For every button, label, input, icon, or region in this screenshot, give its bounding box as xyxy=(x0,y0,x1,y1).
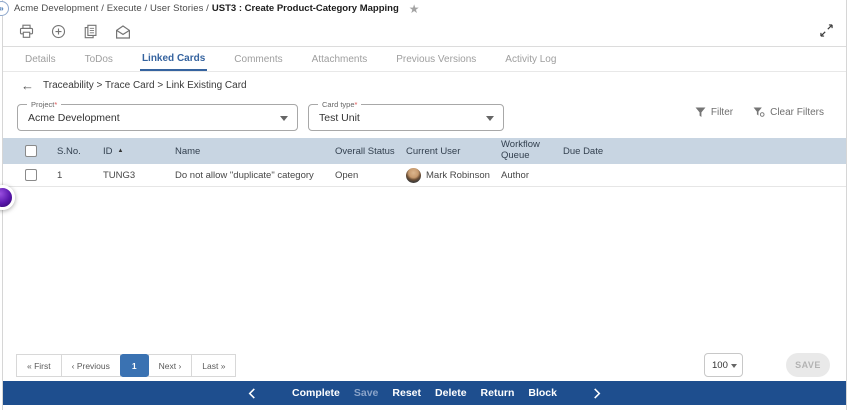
action-save[interactable]: Save xyxy=(354,387,379,399)
previous-page-button[interactable]: ‹ Previous xyxy=(60,354,121,377)
star-icon[interactable]: ★ xyxy=(409,3,420,15)
cell-workflow-queue: Author xyxy=(501,169,529,181)
card-type-select-value: Test Unit xyxy=(319,111,360,124)
toolbar xyxy=(3,17,846,47)
last-page-button[interactable]: Last » xyxy=(191,354,237,377)
workflow-action-bar: Complete Save Reset Delete Return Block xyxy=(3,381,846,405)
column-header-workflow-queue[interactable]: Workflow Queue xyxy=(501,139,563,162)
chevron-left-icon[interactable] xyxy=(248,387,256,399)
action-complete[interactable]: Complete xyxy=(292,387,340,399)
tab-previous-versions[interactable]: Previous Versions xyxy=(394,47,478,71)
required-asterisk: * xyxy=(354,100,358,109)
assistant-sphere-button[interactable] xyxy=(0,185,15,210)
double-chevron-right-icon[interactable]: » xyxy=(0,1,9,16)
action-return[interactable]: Return xyxy=(481,387,515,399)
select-all-checkbox[interactable] xyxy=(25,145,37,157)
card-type-select-label: Card type* xyxy=(318,100,362,109)
tab-linked-cards[interactable]: Linked Cards xyxy=(139,47,208,71)
column-header-overall-status[interactable]: Overall Status xyxy=(335,146,406,157)
pager: « First ‹ Previous 1 Next › Last » xyxy=(16,354,237,377)
current-page-button[interactable]: 1 xyxy=(119,354,149,377)
linked-cards-table: S.No. ID ▲ Name Overall Status Current U… xyxy=(3,138,846,187)
project-select-label: Project* xyxy=(27,100,62,109)
column-header-current-user[interactable]: Current User xyxy=(406,146,501,157)
clear-filters-button[interactable]: Clear Filters xyxy=(753,107,824,118)
page-size-value: 100 xyxy=(712,359,728,371)
action-reset[interactable]: Reset xyxy=(392,387,421,399)
column-header-id[interactable]: ID ▲ xyxy=(103,146,175,157)
filter-actions: Filter Clear Filters xyxy=(695,107,824,118)
tab-attachments[interactable]: Attachments xyxy=(310,47,370,71)
subnav-trail[interactable]: Traceability > Trace Card > Link Existin… xyxy=(43,80,247,91)
page-size-select[interactable]: 100 xyxy=(704,353,743,377)
first-page-button[interactable]: « First xyxy=(16,354,62,377)
cell-sno: 1 xyxy=(57,169,63,181)
avatar xyxy=(406,167,421,183)
cell-id: TUNG3 xyxy=(103,169,136,181)
email-icon[interactable] xyxy=(115,24,131,39)
card-detail-panel: » Acme Development / Execute / User Stor… xyxy=(0,0,847,410)
breadcrumb-current: UST3 : Create Product-Category Mapping xyxy=(211,3,399,14)
printer-icon[interactable] xyxy=(19,24,34,39)
cell-name: Do not allow "duplicate" category xyxy=(175,169,314,181)
column-header-due-date[interactable]: Due Date xyxy=(563,146,846,157)
breadcrumb: » Acme Development / Execute / User Stor… xyxy=(0,0,846,17)
caret-down-icon xyxy=(280,116,288,121)
funnel-clear-icon xyxy=(753,107,765,117)
card-type-select[interactable]: Card type* Test Unit xyxy=(308,100,504,131)
row-checkbox[interactable] xyxy=(25,169,37,181)
tab-comments[interactable]: Comments xyxy=(232,47,284,71)
filter-button[interactable]: Filter xyxy=(695,107,733,118)
caret-down-icon xyxy=(731,364,737,368)
page: » Acme Development / Execute / User Stor… xyxy=(0,0,850,410)
table-header: S.No. ID ▲ Name Overall Status Current U… xyxy=(3,138,846,164)
copy-icon[interactable] xyxy=(83,24,98,39)
save-button[interactable]: SAVE xyxy=(786,353,830,377)
cell-overall-status: Open xyxy=(335,169,359,181)
tab-bar: Details ToDos Linked Cards Comments Atta… xyxy=(3,47,846,72)
cell-current-user: Mark Robinson xyxy=(406,167,501,183)
project-select-value: Acme Development xyxy=(28,111,120,124)
column-header-name[interactable]: Name xyxy=(175,146,335,157)
pagination-row: « First ‹ Previous 1 Next › Last » 100 S… xyxy=(3,352,846,378)
add-circle-icon[interactable] xyxy=(51,24,66,39)
subnav: ← Traceability > Trace Card > Link Exist… xyxy=(3,72,846,98)
next-page-button[interactable]: Next › xyxy=(147,354,193,377)
project-select[interactable]: Project* Acme Development xyxy=(17,100,298,131)
action-block[interactable]: Block xyxy=(528,387,557,399)
table-row[interactable]: 1 TUNG3 Do not allow "duplicate" categor… xyxy=(3,164,846,187)
back-arrow-icon[interactable]: ← xyxy=(21,79,34,92)
caret-down-icon xyxy=(486,116,494,121)
filter-row: Project* Acme Development Card type* Tes… xyxy=(3,98,846,134)
expand-diagonal-icon[interactable] xyxy=(820,24,833,42)
chevron-right-icon[interactable] xyxy=(593,387,601,399)
breadcrumb-path[interactable]: Acme Development / Execute / User Storie… xyxy=(14,3,209,14)
required-asterisk: * xyxy=(54,100,58,109)
tab-activity-log[interactable]: Activity Log xyxy=(503,47,558,71)
column-header-sno[interactable]: S.No. xyxy=(57,146,103,157)
tab-todos[interactable]: ToDos xyxy=(83,47,115,71)
funnel-icon xyxy=(695,107,706,117)
action-delete[interactable]: Delete xyxy=(435,387,467,399)
sort-ascending-icon: ▲ xyxy=(117,148,124,154)
tab-details[interactable]: Details xyxy=(23,47,58,71)
